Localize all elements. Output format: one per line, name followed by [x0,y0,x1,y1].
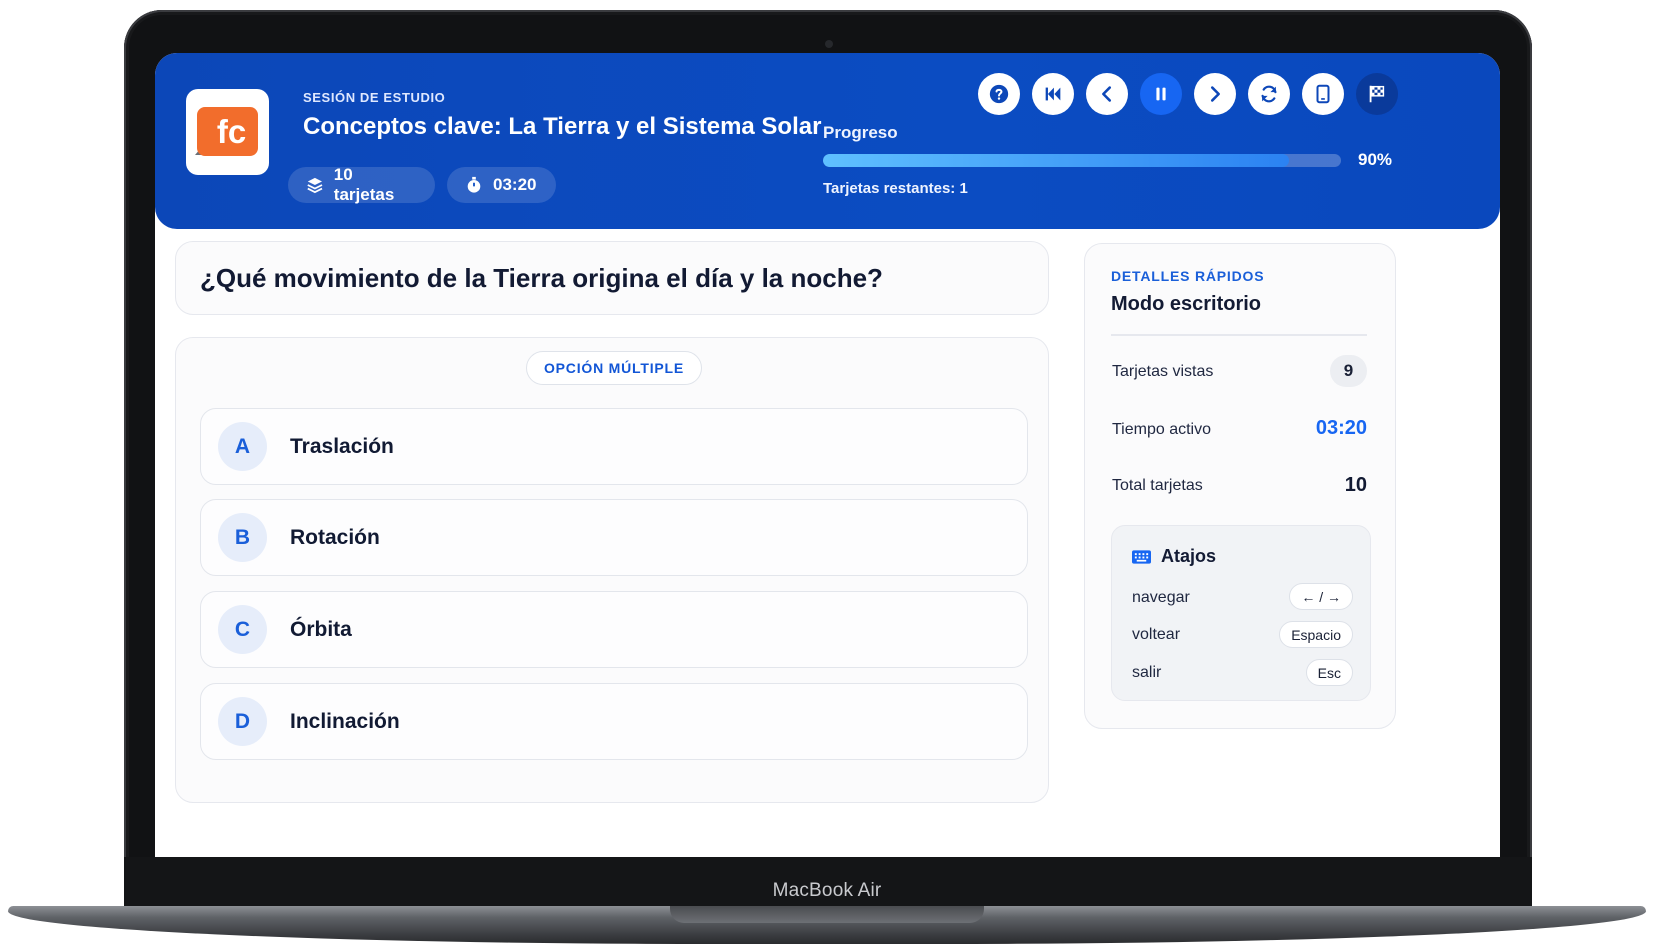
shortcut-key: Espacio [1279,621,1353,648]
answer-options-card: OPCIÓN MÚLTIPLE A Traslación B Rotación … [175,337,1049,803]
timer-chip: 03:20 [447,167,556,203]
shortcut-key: ← / → [1289,583,1353,610]
viewed-cards-value: 9 [1330,355,1367,387]
chevron-right-icon [1210,86,1220,102]
answer-option-d[interactable]: D Inclinación [200,683,1028,760]
active-time-value: 03:20 [1315,417,1367,439]
chevron-left-icon [1102,86,1112,102]
shortcuts-box: Atajos navegar ← / → voltear Espacio sal… [1111,525,1371,701]
question-card: ¿Qué movimiento de la Tierra origina el … [175,241,1049,315]
progress-percent: 90% [1358,150,1393,169]
shortcut-action: salir [1132,664,1162,681]
active-time-label: Tiempo activo [1112,421,1211,438]
answer-option-b[interactable]: B Rotación [200,499,1028,576]
quick-details-panel: DETALLES RÁPIDOS Modo escritorio Tarjeta… [1084,243,1396,729]
total-cards-value: 10 [1344,474,1367,496]
shortcut-key: Esc [1305,659,1353,686]
timer-text: 03:20 [493,175,537,194]
shortcuts-title: Atajos [1161,546,1217,566]
answer-option-c[interactable]: C Órbita [200,591,1028,668]
option-text: Inclinación [290,709,400,733]
shortcuts-header: Atajos [1132,546,1216,567]
option-text: Traslación [290,434,394,458]
previous-button[interactable] [1086,73,1128,115]
stopwatch-icon [467,176,481,193]
layers-icon [307,177,323,194]
progress-label: Progreso [823,123,898,142]
option-text: Órbita [290,617,352,641]
refresh-icon [1261,85,1277,103]
details-title: Modo escritorio [1111,293,1262,315]
pause-icon [1156,87,1166,101]
shortcut-action: voltear [1132,626,1181,643]
option-letter: D [218,697,267,746]
option-letter: C [218,605,267,654]
answer-mode-badge: OPCIÓN MÚLTIPLE [526,351,702,385]
details-eyebrow: DETALLES RÁPIDOS [1111,268,1265,284]
session-eyebrow: SESIÓN DE ESTUDIO [303,90,446,105]
help-button[interactable] [978,73,1020,115]
shortcut-action: navegar [1132,589,1190,606]
total-cards-label: Total tarjetas [1112,477,1203,494]
keyboard-icon [1132,549,1151,564]
answer-option-a[interactable]: A Traslación [200,408,1028,485]
help-icon [989,84,1009,104]
option-letter: B [218,513,267,562]
camera-dot [825,40,833,48]
flag-checkered-icon [1369,85,1385,103]
remaining-cards: Tarjetas restantes: 1 [823,180,968,197]
app-screen: fc SESIÓN DE ESTUDIO Conceptos clave: La… [155,53,1500,857]
laptop-notch [670,906,984,923]
pause-button[interactable] [1140,73,1182,115]
device-mode-button[interactable] [1302,73,1344,115]
viewed-cards-label: Tarjetas vistas [1112,363,1214,380]
skip-back-icon [1045,87,1061,101]
session-title: Conceptos clave: La Tierra y el Sistema … [303,113,822,140]
finish-button[interactable] [1356,73,1398,115]
restart-button[interactable] [1032,73,1074,115]
logo-mark: fc [197,107,258,156]
playback-controls [978,73,1398,115]
progress-bar-fill [823,154,1290,167]
session-header: fc SESIÓN DE ESTUDIO Conceptos clave: La… [155,53,1500,229]
next-button[interactable] [1194,73,1236,115]
option-letter: A [218,422,267,471]
tablet-icon [1316,84,1330,104]
option-text: Rotación [290,525,380,549]
cards-count-chip: 10 tarjetas [288,165,435,204]
shuffle-button[interactable] [1248,73,1290,115]
cards-count-text: 10 tarjetas [333,165,395,204]
details-divider [1111,334,1367,336]
progress-bar [823,154,1341,167]
device-label: MacBook Air [772,880,882,901]
app-logo: fc [186,89,269,175]
question-text: ¿Qué movimiento de la Tierra origina el … [200,263,883,293]
